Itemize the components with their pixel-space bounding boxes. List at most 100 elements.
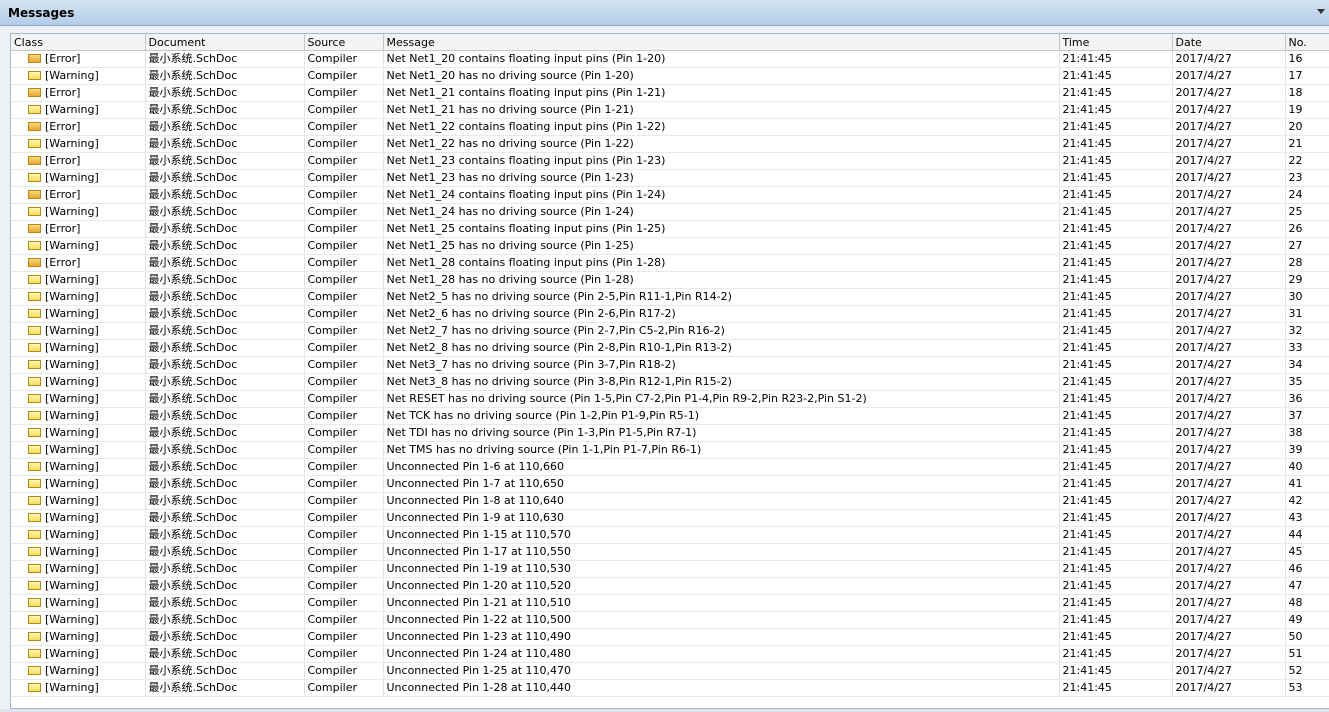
document-cell: 最小系统.SchDoc <box>145 356 305 374</box>
message-row[interactable]: [Error] 最小系统.SchDoc Compiler Net Net1_21 co… <box>11 84 1329 102</box>
class-label: [Warning] <box>45 443 99 456</box>
date-cell: 2017/4/27 <box>1172 118 1286 136</box>
column-header-class[interactable]: Class <box>11 34 146 51</box>
message-row[interactable]: [Warning] 最小系统.SchDoc Compiler Unconnected … <box>11 509 1329 527</box>
message-row[interactable]: [Warning] 最小系统.SchDoc Compiler Net Net1_20 … <box>11 67 1329 85</box>
column-header-document[interactable]: Document <box>145 34 305 51</box>
number-cell: 16 <box>1285 50 1329 68</box>
class-cell: [Warning] <box>11 390 146 408</box>
date-cell: 2017/4/27 <box>1172 50 1286 68</box>
error-flag-icon <box>28 88 41 97</box>
class-label: [Warning] <box>45 392 99 405</box>
message-cell: Net Net1_28 contains floating input pins… <box>383 254 1060 272</box>
message-row[interactable]: [Warning] 最小系统.SchDoc Compiler Unconnected … <box>11 662 1329 680</box>
column-header-no[interactable]: No. <box>1285 34 1329 51</box>
message-row[interactable]: [Error] 最小系统.SchDoc Compiler Net Net1_24 co… <box>11 186 1329 204</box>
number-cell: 23 <box>1285 169 1329 187</box>
source-cell: Compiler <box>304 390 384 408</box>
message-row[interactable]: [Warning] 最小系统.SchDoc Compiler Net RESET ha… <box>11 390 1329 408</box>
message-cell: Unconnected Pin 1-23 at 110,490 <box>383 628 1060 646</box>
column-header-date[interactable]: Date <box>1172 34 1286 51</box>
time-cell: 21:41:45 <box>1059 152 1173 170</box>
message-row[interactable]: [Warning] 最小系统.SchDoc Compiler Unconnected … <box>11 611 1329 629</box>
message-row[interactable]: [Warning] 最小系统.SchDoc Compiler Net Net2_7 h… <box>11 322 1329 340</box>
number-cell: 40 <box>1285 458 1329 476</box>
time-cell: 21:41:45 <box>1059 84 1173 102</box>
time-cell: 21:41:45 <box>1059 237 1173 255</box>
class-cell: [Warning] <box>11 135 146 153</box>
message-row[interactable]: [Error] 最小系统.SchDoc Compiler Net Net1_22 co… <box>11 118 1329 136</box>
message-row[interactable]: [Warning] 最小系统.SchDoc Compiler Net Net1_25 … <box>11 237 1329 255</box>
message-cell: Net Net1_21 contains floating input pins… <box>383 84 1060 102</box>
panel-menu-dropdown-icon[interactable] <box>1317 9 1325 14</box>
date-cell: 2017/4/27 <box>1172 101 1286 119</box>
class-cell: [Warning] <box>11 611 146 629</box>
message-row[interactable]: [Warning] 最小系统.SchDoc Compiler Net Net2_8 h… <box>11 339 1329 357</box>
message-row[interactable]: [Warning] 最小系统.SchDoc Compiler Unconnected … <box>11 645 1329 663</box>
messages-table: Class Document Source Message Time Date … <box>11 34 1329 697</box>
message-row[interactable]: [Error] 最小系统.SchDoc Compiler Net Net1_25 co… <box>11 220 1329 238</box>
message-row[interactable]: [Warning] 最小系统.SchDoc Compiler Unconnected … <box>11 492 1329 510</box>
column-header-message[interactable]: Message <box>383 34 1060 51</box>
message-row[interactable]: [Warning] 最小系统.SchDoc Compiler Net Net3_7 h… <box>11 356 1329 374</box>
message-row[interactable]: [Warning] 最小系统.SchDoc Compiler Net Net1_23 … <box>11 169 1329 187</box>
class-cell: [Warning] <box>11 458 146 476</box>
message-row[interactable]: [Warning] 最小系统.SchDoc Compiler Net Net1_21 … <box>11 101 1329 119</box>
message-row[interactable]: [Warning] 最小系统.SchDoc Compiler Unconnected … <box>11 543 1329 561</box>
message-row[interactable]: [Warning] 最小系统.SchDoc Compiler Unconnected … <box>11 577 1329 595</box>
message-row[interactable]: [Warning] 最小系统.SchDoc Compiler Net Net2_5 h… <box>11 288 1329 306</box>
message-row[interactable]: [Warning] 最小系统.SchDoc Compiler Unconnected … <box>11 526 1329 544</box>
document-cell: 最小系统.SchDoc <box>145 441 305 459</box>
source-cell: Compiler <box>304 577 384 595</box>
message-cell: Net Net1_25 contains floating input pins… <box>383 220 1060 238</box>
date-cell: 2017/4/27 <box>1172 594 1286 612</box>
warning-flag-icon <box>28 275 41 284</box>
date-cell: 2017/4/27 <box>1172 662 1286 680</box>
message-row[interactable]: [Error] 最小系统.SchDoc Compiler Net Net1_20 co… <box>11 50 1329 68</box>
error-flag-icon <box>28 258 41 267</box>
date-cell: 2017/4/27 <box>1172 611 1286 629</box>
number-cell: 45 <box>1285 543 1329 561</box>
message-cell: Net RESET has no driving source (Pin 1-5… <box>383 390 1060 408</box>
source-cell: Compiler <box>304 458 384 476</box>
message-row[interactable]: [Warning] 最小系统.SchDoc Compiler Unconnected … <box>11 560 1329 578</box>
message-row[interactable]: [Warning] 最小系统.SchDoc Compiler Net Net2_6 h… <box>11 305 1329 323</box>
document-cell: 最小系统.SchDoc <box>145 135 305 153</box>
message-cell: Net Net2_8 has no driving source (Pin 2-… <box>383 339 1060 357</box>
message-row[interactable]: [Warning] 最小系统.SchDoc Compiler Net TMS has … <box>11 441 1329 459</box>
document-cell: 最小系统.SchDoc <box>145 458 305 476</box>
message-cell: Unconnected Pin 1-19 at 110,530 <box>383 560 1060 578</box>
column-header-time[interactable]: Time <box>1059 34 1173 51</box>
message-row[interactable]: [Warning] 最小系统.SchDoc Compiler Net TCK has … <box>11 407 1329 425</box>
error-flag-icon <box>28 122 41 131</box>
message-row[interactable]: [Warning] 最小系统.SchDoc Compiler Unconnected … <box>11 628 1329 646</box>
warning-flag-icon <box>28 632 41 641</box>
message-row[interactable]: [Error] 最小系统.SchDoc Compiler Net Net1_23 co… <box>11 152 1329 170</box>
document-cell: 最小系统.SchDoc <box>145 492 305 510</box>
message-row[interactable]: [Warning] 最小系统.SchDoc Compiler Unconnected … <box>11 475 1329 493</box>
message-row[interactable]: [Warning] 最小系统.SchDoc Compiler Net Net1_22 … <box>11 135 1329 153</box>
message-cell: Unconnected Pin 1-8 at 110,640 <box>383 492 1060 510</box>
date-cell: 2017/4/27 <box>1172 288 1286 306</box>
date-cell: 2017/4/27 <box>1172 254 1286 272</box>
class-label: [Error] <box>45 188 81 201</box>
message-row[interactable]: [Warning] 最小系统.SchDoc Compiler Unconnected … <box>11 679 1329 697</box>
message-row[interactable]: [Error] 最小系统.SchDoc Compiler Net Net1_28 co… <box>11 254 1329 272</box>
message-cell: Unconnected Pin 1-15 at 110,570 <box>383 526 1060 544</box>
date-cell: 2017/4/27 <box>1172 645 1286 663</box>
message-row[interactable]: [Warning] 最小系统.SchDoc Compiler Net Net1_28 … <box>11 271 1329 289</box>
message-cell: Unconnected Pin 1-28 at 110,440 <box>383 679 1060 697</box>
message-row[interactable]: [Warning] 最小系统.SchDoc Compiler Net Net3_8 h… <box>11 373 1329 391</box>
date-cell: 2017/4/27 <box>1172 577 1286 595</box>
message-row[interactable]: [Warning] 最小系统.SchDoc Compiler Unconnected … <box>11 458 1329 476</box>
column-header-source[interactable]: Source <box>304 34 384 51</box>
message-row[interactable]: [Warning] 最小系统.SchDoc Compiler Net TDI has … <box>11 424 1329 442</box>
document-cell: 最小系统.SchDoc <box>145 152 305 170</box>
class-label: [Warning] <box>45 630 99 643</box>
message-row[interactable]: [Warning] 最小系统.SchDoc Compiler Unconnected … <box>11 594 1329 612</box>
warning-flag-icon <box>28 666 41 675</box>
number-cell: 51 <box>1285 645 1329 663</box>
class-label: [Warning] <box>45 273 99 286</box>
message-row[interactable]: [Warning] 最小系统.SchDoc Compiler Net Net1_24 … <box>11 203 1329 221</box>
class-cell: [Warning] <box>11 305 146 323</box>
